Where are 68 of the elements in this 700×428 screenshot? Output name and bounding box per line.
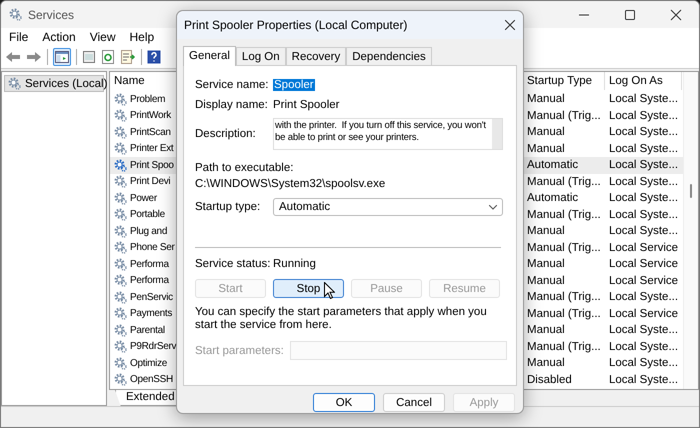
table-cell: Print Devi <box>130 176 170 188</box>
table-cell: P9RdrServ <box>130 341 176 352</box>
table-cell: Local Service <box>609 258 678 270</box>
table-cell: PenServic <box>130 292 173 303</box>
table-cell: Problem <box>130 94 166 105</box>
table-cell: Disabled <box>527 374 572 386</box>
window-title: Services <box>28 8 74 22</box>
table-cell: Portable <box>130 209 165 220</box>
table-cell: Manual (Trig... <box>527 291 601 304</box>
table-cell: Power <box>130 192 157 204</box>
table-cell: Automatic <box>527 159 578 172</box>
table-cell: Local Syste... <box>609 110 678 122</box>
table-cell: Manual (Trig... <box>527 242 601 254</box>
table-cell: Manual <box>527 357 565 370</box>
table-cell: Manual (Trig... <box>527 176 601 188</box>
table-cell: Plug and <box>130 226 168 237</box>
hint-text: You can specify the start parameters that apply when you start the service from here. <box>195 306 488 332</box>
field-label: Startup type: <box>195 201 262 213</box>
table-cell: Manual (Trig... <box>527 110 601 122</box>
table-cell: PrintScan <box>130 126 171 138</box>
table-cell: Local Syste... <box>609 159 678 172</box>
field-label: Description: <box>195 128 257 140</box>
table-cell: Print Spoo <box>130 160 174 171</box>
table-cell: Local Syste... <box>609 291 678 304</box>
table-cell: Local Syste... <box>609 192 678 204</box>
field-value: C:\WINDOWS\System32\spoolsv.exe <box>195 178 386 190</box>
table-cell: Manual <box>527 324 565 336</box>
table-cell: Local Syste... <box>609 374 678 386</box>
table-cell: Manual <box>527 126 565 138</box>
table-cell: Local Service <box>609 242 678 254</box>
table-cell: Local Syste... <box>609 93 678 106</box>
table-cell: Manual <box>527 274 565 287</box>
table-cell: Payments <box>130 308 172 320</box>
table-cell: Performa <box>130 258 169 270</box>
table-cell: Local Syste... <box>609 225 678 238</box>
table-cell: Local Syste... <box>609 126 678 138</box>
field-label: Display name: <box>195 99 269 111</box>
table-cell: Printer Ext <box>130 143 174 154</box>
table-cell: Manual (Trig... <box>527 308 601 320</box>
field-label: Service name: <box>195 79 270 91</box>
table-cell: Optimize <box>130 358 168 369</box>
table-cell: Performa <box>130 275 169 286</box>
table-cell: Manual <box>527 258 565 270</box>
table-cell: Manual (Trig... <box>527 208 601 221</box>
table-cell: Local Syste... <box>609 142 678 155</box>
field-value: Print Spooler <box>273 99 340 111</box>
field-label: Service status: <box>195 258 272 270</box>
dialog-title: Print Spooler Properties (Local Computer) <box>184 18 408 32</box>
field-value: Spooler <box>273 79 315 91</box>
table-cell: Local Syste... <box>609 357 678 370</box>
table-cell: Manual <box>527 142 565 155</box>
table-cell: OpenSSH <box>130 374 173 386</box>
table-cell: Manual <box>527 93 565 106</box>
field-value: Running <box>273 258 316 270</box>
table-cell: Parental <box>130 324 165 336</box>
table-cell: Local Syste... <box>609 176 678 188</box>
table-cell: Automatic <box>527 192 578 204</box>
table-cell: Local Service <box>609 274 678 287</box>
table-cell: Local Syste... <box>609 208 678 221</box>
table-cell: Local Service <box>609 308 678 320</box>
table-cell: Phone Ser <box>130 242 175 254</box>
table-cell: Manual (Trig... <box>527 340 601 353</box>
field-label: Start parameters: <box>195 344 285 356</box>
table-cell: Manual <box>527 225 565 238</box>
table-cell: PrintWork <box>130 110 172 122</box>
field-label: Path to executable: <box>195 162 294 174</box>
table-cell: Local Syste... <box>609 324 678 336</box>
table-cell: Local Syste... <box>609 340 678 353</box>
